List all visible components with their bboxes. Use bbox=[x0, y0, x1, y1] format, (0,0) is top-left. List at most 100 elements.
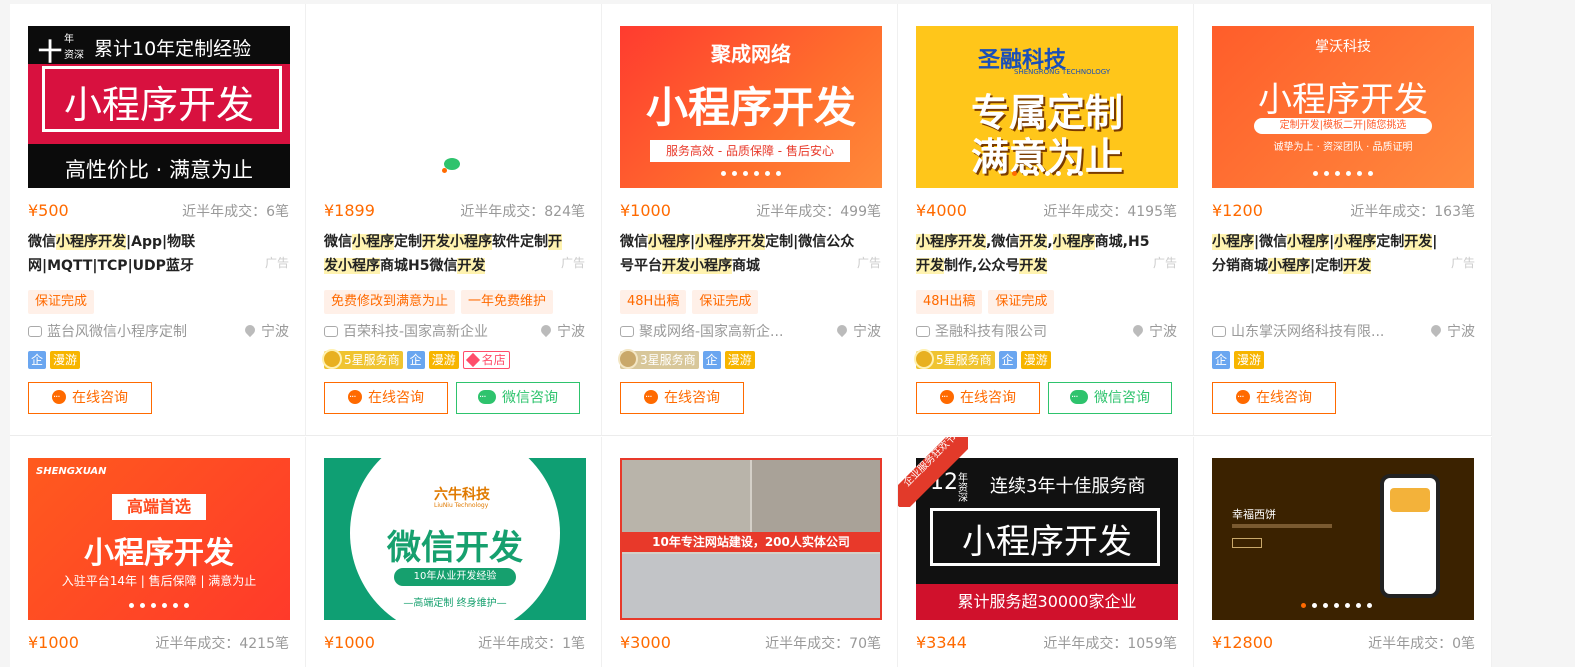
famous-shop-badge: 名店 bbox=[462, 350, 510, 369]
carousel-dot[interactable] bbox=[1077, 171, 1083, 176]
carousel-dot[interactable] bbox=[162, 603, 167, 608]
card-thumbnail[interactable]: 10年专注网站建设，200人实体公司 bbox=[620, 458, 882, 620]
carousel-dot[interactable] bbox=[140, 603, 145, 608]
carousel-dots[interactable] bbox=[1212, 171, 1474, 176]
carousel-dot[interactable] bbox=[1346, 171, 1351, 176]
service-title[interactable]: 微信小程序定制开发小程序软件定制开发小程序商城H5微信开发 bbox=[324, 230, 562, 278]
carousel-dot[interactable] bbox=[1368, 171, 1373, 176]
service-title[interactable]: 微信小程序|小程序开发定制|微信公众号平台开发小程序商城 bbox=[620, 230, 858, 278]
carousel-dot[interactable] bbox=[743, 171, 748, 176]
company-name[interactable]: 山东掌沃网络科技有限... bbox=[1212, 323, 1402, 341]
carousel-dot[interactable] bbox=[1044, 171, 1050, 176]
carousel-dot[interactable] bbox=[184, 603, 189, 608]
carousel-dot[interactable] bbox=[1011, 171, 1017, 176]
brand-logo: SHENGXUAN bbox=[36, 466, 107, 477]
action-buttons: 在线咨询 bbox=[620, 382, 752, 414]
carousel-dot[interactable] bbox=[1301, 603, 1306, 608]
online-consult-button[interactable]: 在线咨询 bbox=[1212, 382, 1336, 414]
location: 宁波 bbox=[1428, 322, 1475, 341]
service-card[interactable]: 幸福西饼 ¥12800 近半年成交：0笔 bbox=[1194, 437, 1492, 667]
carousel-dot[interactable] bbox=[173, 603, 178, 608]
badge-list: 5星服务商企漫游 名店 bbox=[322, 348, 514, 369]
service-title[interactable]: 小程序|微信小程序|小程序定制开发|分销商城小程序|定制开发 bbox=[1212, 230, 1450, 278]
service-card[interactable]: 10年专注网站建设，200人实体公司 ¥3000 近半年成交：70笔 bbox=[602, 437, 898, 667]
carousel-dot[interactable] bbox=[1324, 171, 1329, 176]
service-card[interactable]: 掌沃科技 小程序开发 定制开发|模板二开|随您挑选 诚挚为上 · 资深团队 · … bbox=[1194, 4, 1492, 436]
card-thumbnail[interactable]: SHENGXUAN 高端首选 小程序开发 入驻平台14年 | 售后保障 | 满意… bbox=[28, 458, 290, 620]
company-name[interactable]: 圣融科技有限公司 bbox=[916, 323, 1106, 341]
carousel-dot[interactable] bbox=[1367, 603, 1372, 608]
card-thumbnail[interactable]: 掌沃科技 小程序开发 定制开发|模板二开|随您挑选 诚挚为上 · 资深团队 · … bbox=[1212, 26, 1474, 188]
carousel-dot[interactable] bbox=[1312, 603, 1317, 608]
company-label: 圣融科技有限公司 bbox=[935, 324, 1047, 340]
carousel-dot[interactable] bbox=[1066, 171, 1072, 176]
carousel-dot[interactable] bbox=[1055, 171, 1061, 176]
title-text: 微信 bbox=[28, 234, 56, 250]
online-consult-button[interactable]: 在线咨询 bbox=[28, 382, 152, 414]
carousel-dot[interactable] bbox=[776, 171, 781, 176]
thumb-main-text: 小程序开发 bbox=[1258, 80, 1428, 120]
tag-list: 48H出稿 保证完成 bbox=[916, 290, 1060, 314]
card-thumbnail[interactable] bbox=[324, 26, 586, 188]
service-card[interactable]: 六牛科技 LiuNiu Technology 微信开发 10年从业开发经验 —高… bbox=[306, 437, 602, 667]
tag-list: 保证完成 bbox=[28, 290, 100, 314]
wechat-consult-button[interactable]: 微信咨询 bbox=[1048, 382, 1172, 414]
carousel-dot[interactable] bbox=[732, 171, 737, 176]
title-keyword: 小程序 bbox=[1287, 234, 1330, 250]
office-photo bbox=[752, 460, 880, 532]
ad-label: 广告 bbox=[1152, 256, 1177, 270]
thumb-subtitle: LiuNiu Technology bbox=[434, 502, 489, 509]
carousel-dot[interactable] bbox=[1345, 603, 1350, 608]
price: ¥1000 bbox=[620, 201, 671, 220]
service-card[interactable]: 聚成网络 小程序开发 服务高效 - 品质保障 - 售后安心 ¥1000 近半年成… bbox=[602, 4, 898, 436]
company-name[interactable]: 聚成网络-国家高新企... bbox=[620, 323, 810, 341]
office-photo bbox=[622, 460, 750, 532]
card-thumbnail[interactable]: 幸福西饼 bbox=[1212, 458, 1474, 620]
carousel-dot[interactable] bbox=[1334, 603, 1339, 608]
carousel-dots[interactable] bbox=[916, 171, 1178, 176]
online-consult-button[interactable]: 在线咨询 bbox=[916, 382, 1040, 414]
service-title[interactable]: 小程序开发,微信开发,小程序商城,H5开发制作,公众号开发 bbox=[916, 230, 1154, 278]
carousel-dot[interactable] bbox=[129, 603, 134, 608]
card-thumbnail[interactable]: 十 年 资深 累计10年定制经验 小程序开发 高性价比 · 满意为止 bbox=[28, 26, 290, 188]
thumb-top-text: 六牛科技 bbox=[434, 487, 490, 503]
button-label: 在线咨询 bbox=[72, 390, 128, 406]
five-star-provider-badge: 5星服务商 bbox=[914, 348, 995, 369]
carousel-dot[interactable] bbox=[1357, 171, 1362, 176]
service-card[interactable]: 圣融科技 SHENGRONG TECHNOLOGY 专属定制 满意为止 ¥400… bbox=[898, 4, 1194, 436]
price: ¥1000 bbox=[324, 633, 375, 652]
carousel-dots[interactable] bbox=[620, 171, 882, 176]
company-name[interactable]: 蓝台风微信小程序定制 bbox=[28, 323, 218, 341]
ad-label: 广告 bbox=[1450, 256, 1475, 270]
carousel-dots[interactable] bbox=[28, 603, 290, 608]
tag: 48H出稿 bbox=[620, 290, 687, 314]
carousel-dot[interactable] bbox=[1313, 171, 1318, 176]
card-thumbnail[interactable]: 六牛科技 LiuNiu Technology 微信开发 10年从业开发经验 —高… bbox=[324, 458, 586, 620]
carousel-dots[interactable] bbox=[1298, 603, 1474, 608]
carousel-dot[interactable] bbox=[1323, 603, 1328, 608]
service-card[interactable]: SHENGXUAN 高端首选 小程序开发 入驻平台14年 | 售后保障 | 满意… bbox=[10, 437, 306, 667]
wechat-icon bbox=[478, 383, 496, 413]
company-name[interactable]: 百荣科技-国家高新企业 bbox=[324, 323, 514, 341]
service-card[interactable]: ¥1899 近半年成交：824笔 微信小程序定制开发小程序软件定制开发小程序商城… bbox=[306, 4, 602, 436]
carousel-dot[interactable] bbox=[721, 171, 726, 176]
service-card[interactable]: 十 年 资深 累计10年定制经验 小程序开发 高性价比 · 满意为止 ¥500 … bbox=[10, 4, 306, 436]
carousel-dot[interactable] bbox=[1356, 603, 1361, 608]
action-buttons: 在线咨询 bbox=[28, 382, 160, 414]
thumb-text-line bbox=[1232, 524, 1332, 528]
card-thumbnail[interactable]: 聚成网络 小程序开发 服务高效 - 品质保障 - 售后安心 bbox=[620, 26, 882, 188]
carousel-dot[interactable] bbox=[151, 603, 156, 608]
online-consult-button[interactable]: 在线咨询 bbox=[620, 382, 744, 414]
service-title[interactable]: 微信小程序开发|App|物联网|MQTT|TCP|UDP蓝牙 bbox=[28, 230, 266, 278]
card-thumbnail[interactable]: 圣融科技 SHENGRONG TECHNOLOGY 专属定制 满意为止 bbox=[916, 26, 1178, 188]
location-label: 宁波 bbox=[261, 324, 289, 340]
carousel-dot[interactable] bbox=[765, 171, 770, 176]
carousel-dot[interactable] bbox=[1335, 171, 1340, 176]
carousel-dot[interactable] bbox=[1033, 171, 1039, 176]
button-label: 在线咨询 bbox=[960, 390, 1016, 406]
online-consult-button[interactable]: 在线咨询 bbox=[324, 382, 448, 414]
title-keyword: 开发 bbox=[457, 258, 486, 274]
wechat-consult-button[interactable]: 微信咨询 bbox=[456, 382, 580, 414]
carousel-dot[interactable] bbox=[1022, 171, 1028, 176]
carousel-dot[interactable] bbox=[754, 171, 759, 176]
